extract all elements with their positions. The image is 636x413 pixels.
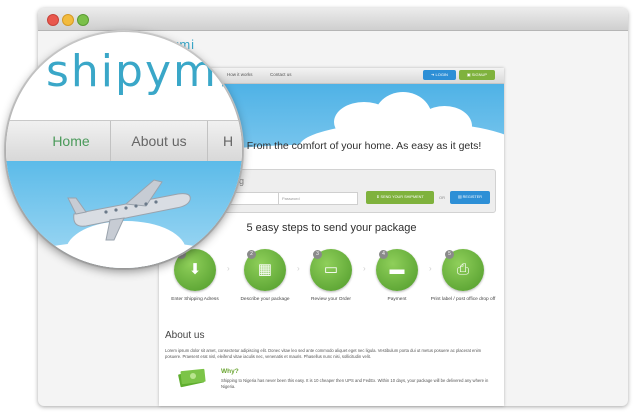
step-number: 4 bbox=[379, 250, 388, 259]
airplane-icon bbox=[67, 179, 191, 241]
about-title: About us bbox=[165, 330, 205, 341]
about-text: Lorem ipsum dolor sit amet, consectetur … bbox=[165, 348, 482, 359]
step-label: Describe your package bbox=[240, 297, 290, 302]
step-label: Review your Order bbox=[311, 297, 351, 302]
login-label: LOGIN bbox=[435, 72, 448, 77]
shipment-form: ing Password ⬇ SEND YOUR SHIPMENT OR ▤ R… bbox=[216, 169, 496, 213]
printer-icon: ⎙ bbox=[456, 261, 469, 278]
monitor-icon: ▭ bbox=[323, 261, 339, 278]
magnified-tab-partial[interactable]: H bbox=[208, 121, 242, 161]
magnified-tab-about-us[interactable]: About us bbox=[111, 121, 208, 161]
magnified-logo: shipymi bbox=[46, 46, 233, 97]
send-shipment-button[interactable]: ⬇ SEND YOUR SHIPMENT bbox=[366, 191, 434, 204]
step-label: Print label / post office drop off bbox=[430, 297, 496, 302]
step-label: Payment bbox=[387, 297, 407, 302]
close-window-button[interactable] bbox=[47, 14, 59, 26]
minimize-window-button[interactable] bbox=[62, 14, 74, 26]
chevron-right-icon: › bbox=[363, 264, 366, 273]
hero-title: y Air - From the comfort of your home. A… bbox=[217, 140, 482, 152]
or-text: OR bbox=[439, 195, 445, 200]
why-title: Why? bbox=[221, 368, 239, 375]
signup-label: SIGNUP bbox=[471, 72, 488, 77]
send-shipment-label: SEND YOUR SHIPMENT bbox=[380, 195, 424, 199]
maximize-window-button[interactable] bbox=[77, 14, 89, 26]
why-text: Shipping to Nigeria has never been this … bbox=[221, 378, 489, 389]
signup-button[interactable]: ▣ SIGNUP bbox=[459, 70, 495, 80]
credit-card-icon: ▬ bbox=[389, 261, 405, 278]
password-field[interactable]: Password bbox=[278, 192, 358, 205]
step-number: 3 bbox=[313, 250, 322, 259]
cloud-shape bbox=[6, 241, 242, 268]
step-label: Enter Shipping Adress bbox=[171, 297, 219, 302]
chevron-right-icon: › bbox=[297, 264, 300, 273]
chevron-right-icon: › bbox=[429, 264, 432, 273]
nav-contact-us[interactable]: Contact us bbox=[270, 72, 292, 77]
package-cart-icon: ▦ bbox=[257, 261, 273, 278]
step-number: 5 bbox=[445, 250, 454, 259]
register-button[interactable]: ▤ REGISTER bbox=[450, 191, 490, 204]
login-button[interactable]: ➜ LOGIN bbox=[423, 70, 456, 80]
money-icon bbox=[178, 368, 206, 388]
magnified-tab-home[interactable]: Home bbox=[32, 121, 111, 161]
step-number: 2 bbox=[247, 250, 256, 259]
register-label: REGISTER bbox=[462, 195, 483, 199]
window-titlebar bbox=[38, 8, 628, 31]
magnified-navbar: Home About us H bbox=[6, 120, 242, 162]
magnifier-lens: shipymi Home About us H bbox=[6, 32, 242, 268]
